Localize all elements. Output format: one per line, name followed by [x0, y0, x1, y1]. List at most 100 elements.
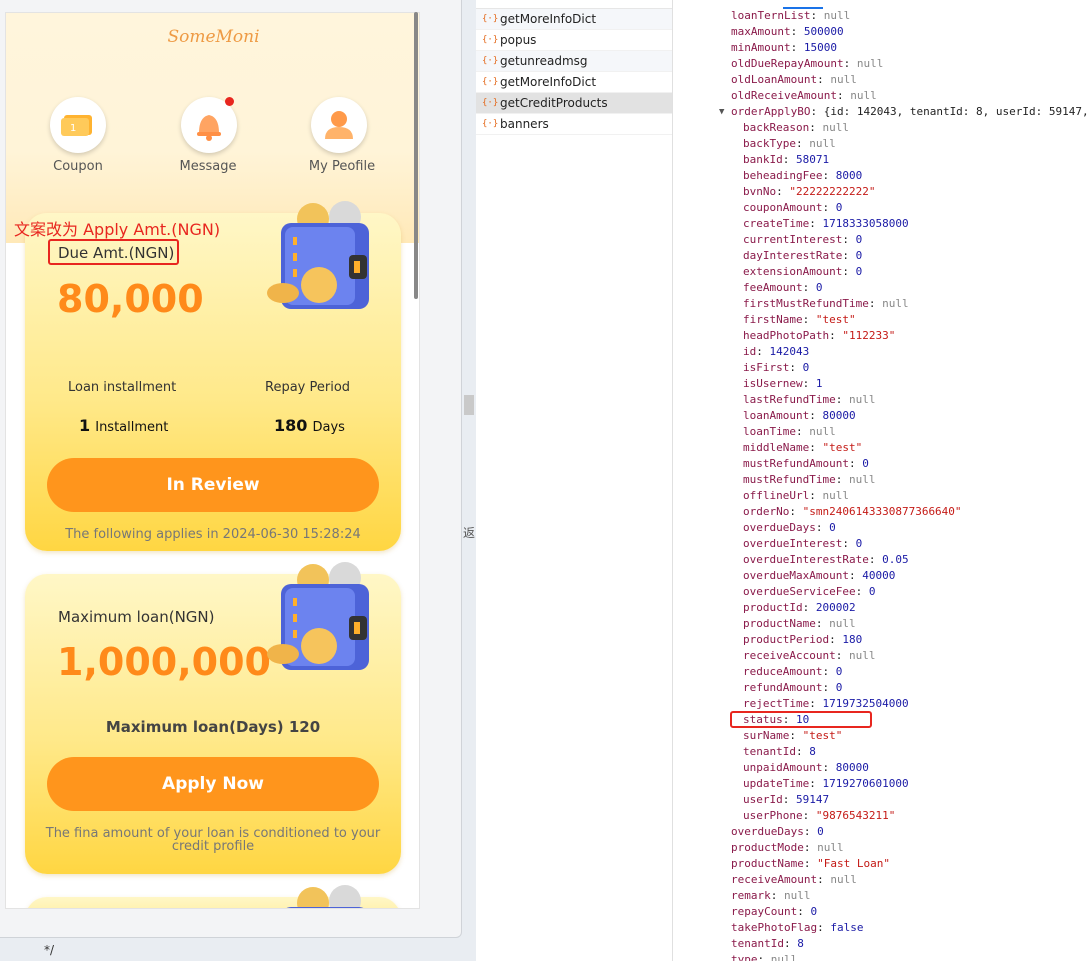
xhr-icon: {·} — [482, 119, 499, 129]
json-value: null — [850, 89, 877, 102]
json-line: backType: null — [743, 137, 836, 150]
max-loan-days: Maximum loan(Days) 120 — [105, 718, 321, 736]
json-line: userId: 59147 — [743, 793, 830, 806]
json-line: dayInterestRate: 0 — [743, 249, 863, 262]
network-request-row[interactable]: {·} popus — [476, 30, 672, 51]
network-request-row[interactable]: {·} getCreditProducts — [476, 93, 672, 114]
json-line: productId: 200002 — [743, 601, 856, 614]
json-value: null — [809, 425, 836, 438]
json-key: type — [731, 953, 758, 961]
json-key: overdueServiceFee — [743, 585, 856, 598]
json-value: "test" — [822, 441, 863, 454]
request-name: popus — [500, 33, 537, 47]
coupon-icon[interactable]: 1 — [50, 97, 106, 153]
json-key: unpaidAmount — [743, 761, 823, 774]
json-line: overdueInterestRate: 0.05 — [743, 553, 909, 566]
expand-arrow-icon[interactable]: ▼ — [719, 104, 724, 120]
json-value: {id: 142043, tenantId: 8, userId: 59147, — [823, 105, 1089, 118]
next-card — [25, 885, 401, 908]
json-value: 180 — [842, 633, 863, 646]
json-line: loanTernList: null — [731, 9, 851, 22]
app-logo: SomeMoni — [167, 27, 260, 47]
in-review-button[interactable]: In Review — [47, 458, 379, 512]
json-line: ▼ orderApplyBO: {id: 142043, tenantId: 8,… — [719, 105, 1089, 118]
json-key: refundAmount — [743, 681, 823, 694]
json-line: tenantId: 8 — [731, 937, 804, 950]
network-request-row[interactable]: {·} getunreadmsg — [476, 51, 672, 72]
json-value: null — [830, 873, 857, 886]
json-line: tenantId: 8 — [743, 745, 816, 758]
json-key: headPhotoPath — [743, 329, 830, 342]
json-key: repayCount — [731, 905, 798, 918]
xhr-icon: {·} — [482, 98, 499, 108]
json-line: productName: null — [743, 617, 856, 630]
json-value: "test" — [802, 729, 843, 742]
json-line: isFirst: 0 — [743, 361, 810, 374]
json-key: overdueDays — [743, 521, 816, 534]
xhr-icon: {·} — [482, 56, 499, 66]
json-key: takePhotoFlag — [731, 921, 818, 934]
json-key: userPhone — [743, 809, 803, 822]
request-name: getMoreInfoDict — [500, 75, 597, 89]
json-value: "test" — [815, 313, 856, 326]
due-amount-value: 80,000 — [57, 277, 204, 321]
max-loan-card: Maximum loan(NGN) 1,000,000 Maximum loan… — [25, 562, 401, 874]
json-key: oldReceiveAmount — [731, 89, 837, 102]
json-line: currentInterest: 0 — [743, 233, 863, 246]
json-line: extensionAmount: 0 — [743, 265, 863, 278]
json-line: receiveAmount: null — [731, 873, 857, 886]
json-value: null — [848, 393, 876, 406]
json-value: "22222222222" — [789, 185, 876, 198]
json-line: rejectTime: 1719732504000 — [743, 697, 909, 710]
json-line: beheadingFee: 8000 — [743, 169, 863, 182]
json-value: 0 — [855, 265, 863, 278]
xhr-icon: {·} — [482, 35, 499, 45]
json-key: overdueMaxAmount — [743, 569, 849, 582]
json-key: loanTernList — [731, 9, 811, 22]
network-request-row[interactable]: {·} banners — [476, 114, 672, 135]
network-request-row[interactable]: {·} getMoreInfoDict — [476, 9, 672, 30]
json-value: "9876543211" — [815, 809, 896, 822]
network-request-row[interactable]: {·} getMoreInfoDict — [476, 72, 672, 93]
json-key: tenantId — [743, 745, 796, 758]
json-key: minAmount — [731, 41, 791, 54]
json-value: 80000 — [822, 409, 856, 422]
json-line: refundAmount: 0 — [743, 681, 843, 694]
json-line: productPeriod: 180 — [743, 633, 863, 646]
json-value: 1719270601000 — [822, 777, 909, 790]
coupon-label: Coupon — [53, 159, 103, 174]
json-key: oldLoanAmount — [731, 73, 818, 86]
json-key: reduceAmount — [743, 665, 823, 678]
response-preview: loanTernList: null maxAmount: 500000 minAm… — [673, 0, 1089, 961]
scrollbar-thumb[interactable] — [414, 12, 418, 299]
splitter[interactable]: 返 — [462, 0, 476, 961]
json-line: firstMustRefundTime: null — [743, 297, 909, 310]
apply-now-button[interactable]: Apply Now — [47, 757, 379, 811]
json-line: userPhone: "9876543211" — [743, 809, 896, 822]
json-line: takePhotoFlag: false — [731, 921, 864, 934]
json-value: null — [829, 617, 856, 630]
json-value: null — [822, 121, 849, 134]
json-value: 0 — [817, 825, 824, 838]
json-value: 1719732504000 — [822, 697, 909, 710]
svg-text:1: 1 — [70, 123, 76, 134]
json-value: 0 — [855, 233, 863, 246]
json-value: "112233" — [842, 329, 896, 342]
json-value: 40000 — [862, 569, 896, 582]
user-icon[interactable] — [311, 97, 367, 153]
wallet-icon — [267, 201, 369, 309]
json-key: beheadingFee — [743, 169, 823, 182]
json-key: backType — [743, 137, 796, 150]
json-value: null — [809, 137, 836, 150]
json-key: backReason — [743, 121, 810, 134]
preview-window: SomeMoni 1 Coupon Message My Peofile Due… — [0, 0, 462, 938]
json-key: surName — [743, 729, 790, 742]
json-value: null — [882, 297, 909, 310]
splitter-handle[interactable] — [464, 395, 474, 415]
json-key: remark — [731, 889, 771, 902]
json-value: 1718333058000 — [822, 217, 909, 230]
json-line: mustRefundTime: null — [743, 473, 876, 486]
profile-label: My Peofile — [308, 159, 376, 174]
json-line: overdueMaxAmount: 40000 — [743, 569, 896, 582]
json-key: feeAmount — [743, 281, 803, 294]
